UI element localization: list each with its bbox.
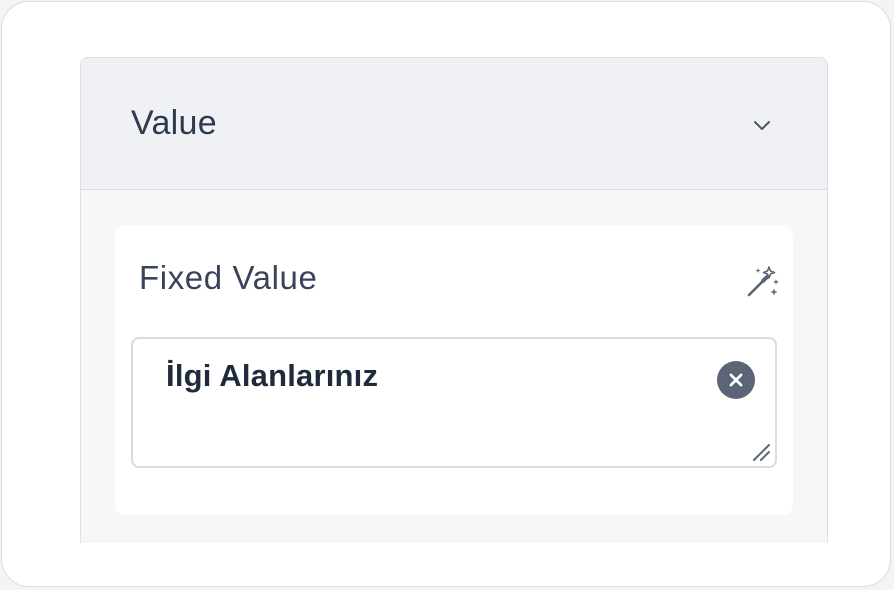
section-title: Value — [131, 104, 217, 142]
chevron-down-icon[interactable] — [751, 114, 773, 136]
field-label: Fixed Value — [139, 259, 318, 296]
modal-frame: Value Fixed Value İlgi Alanlarınız — [1, 1, 891, 587]
fixed-value-card: Fixed Value İlgi Alanlarınız — [115, 225, 793, 515]
value-panel: Value Fixed Value İlgi Alanlarınız — [80, 57, 828, 543]
magic-wand-icon[interactable] — [743, 263, 781, 301]
fixed-value-textarea[interactable]: İlgi Alanlarınız — [131, 337, 777, 468]
resize-handle-icon[interactable] — [750, 441, 772, 463]
value-section-header[interactable]: Value — [81, 58, 827, 190]
textarea-value: İlgi Alanlarınız — [166, 358, 379, 393]
close-circle-icon[interactable] — [717, 361, 755, 399]
